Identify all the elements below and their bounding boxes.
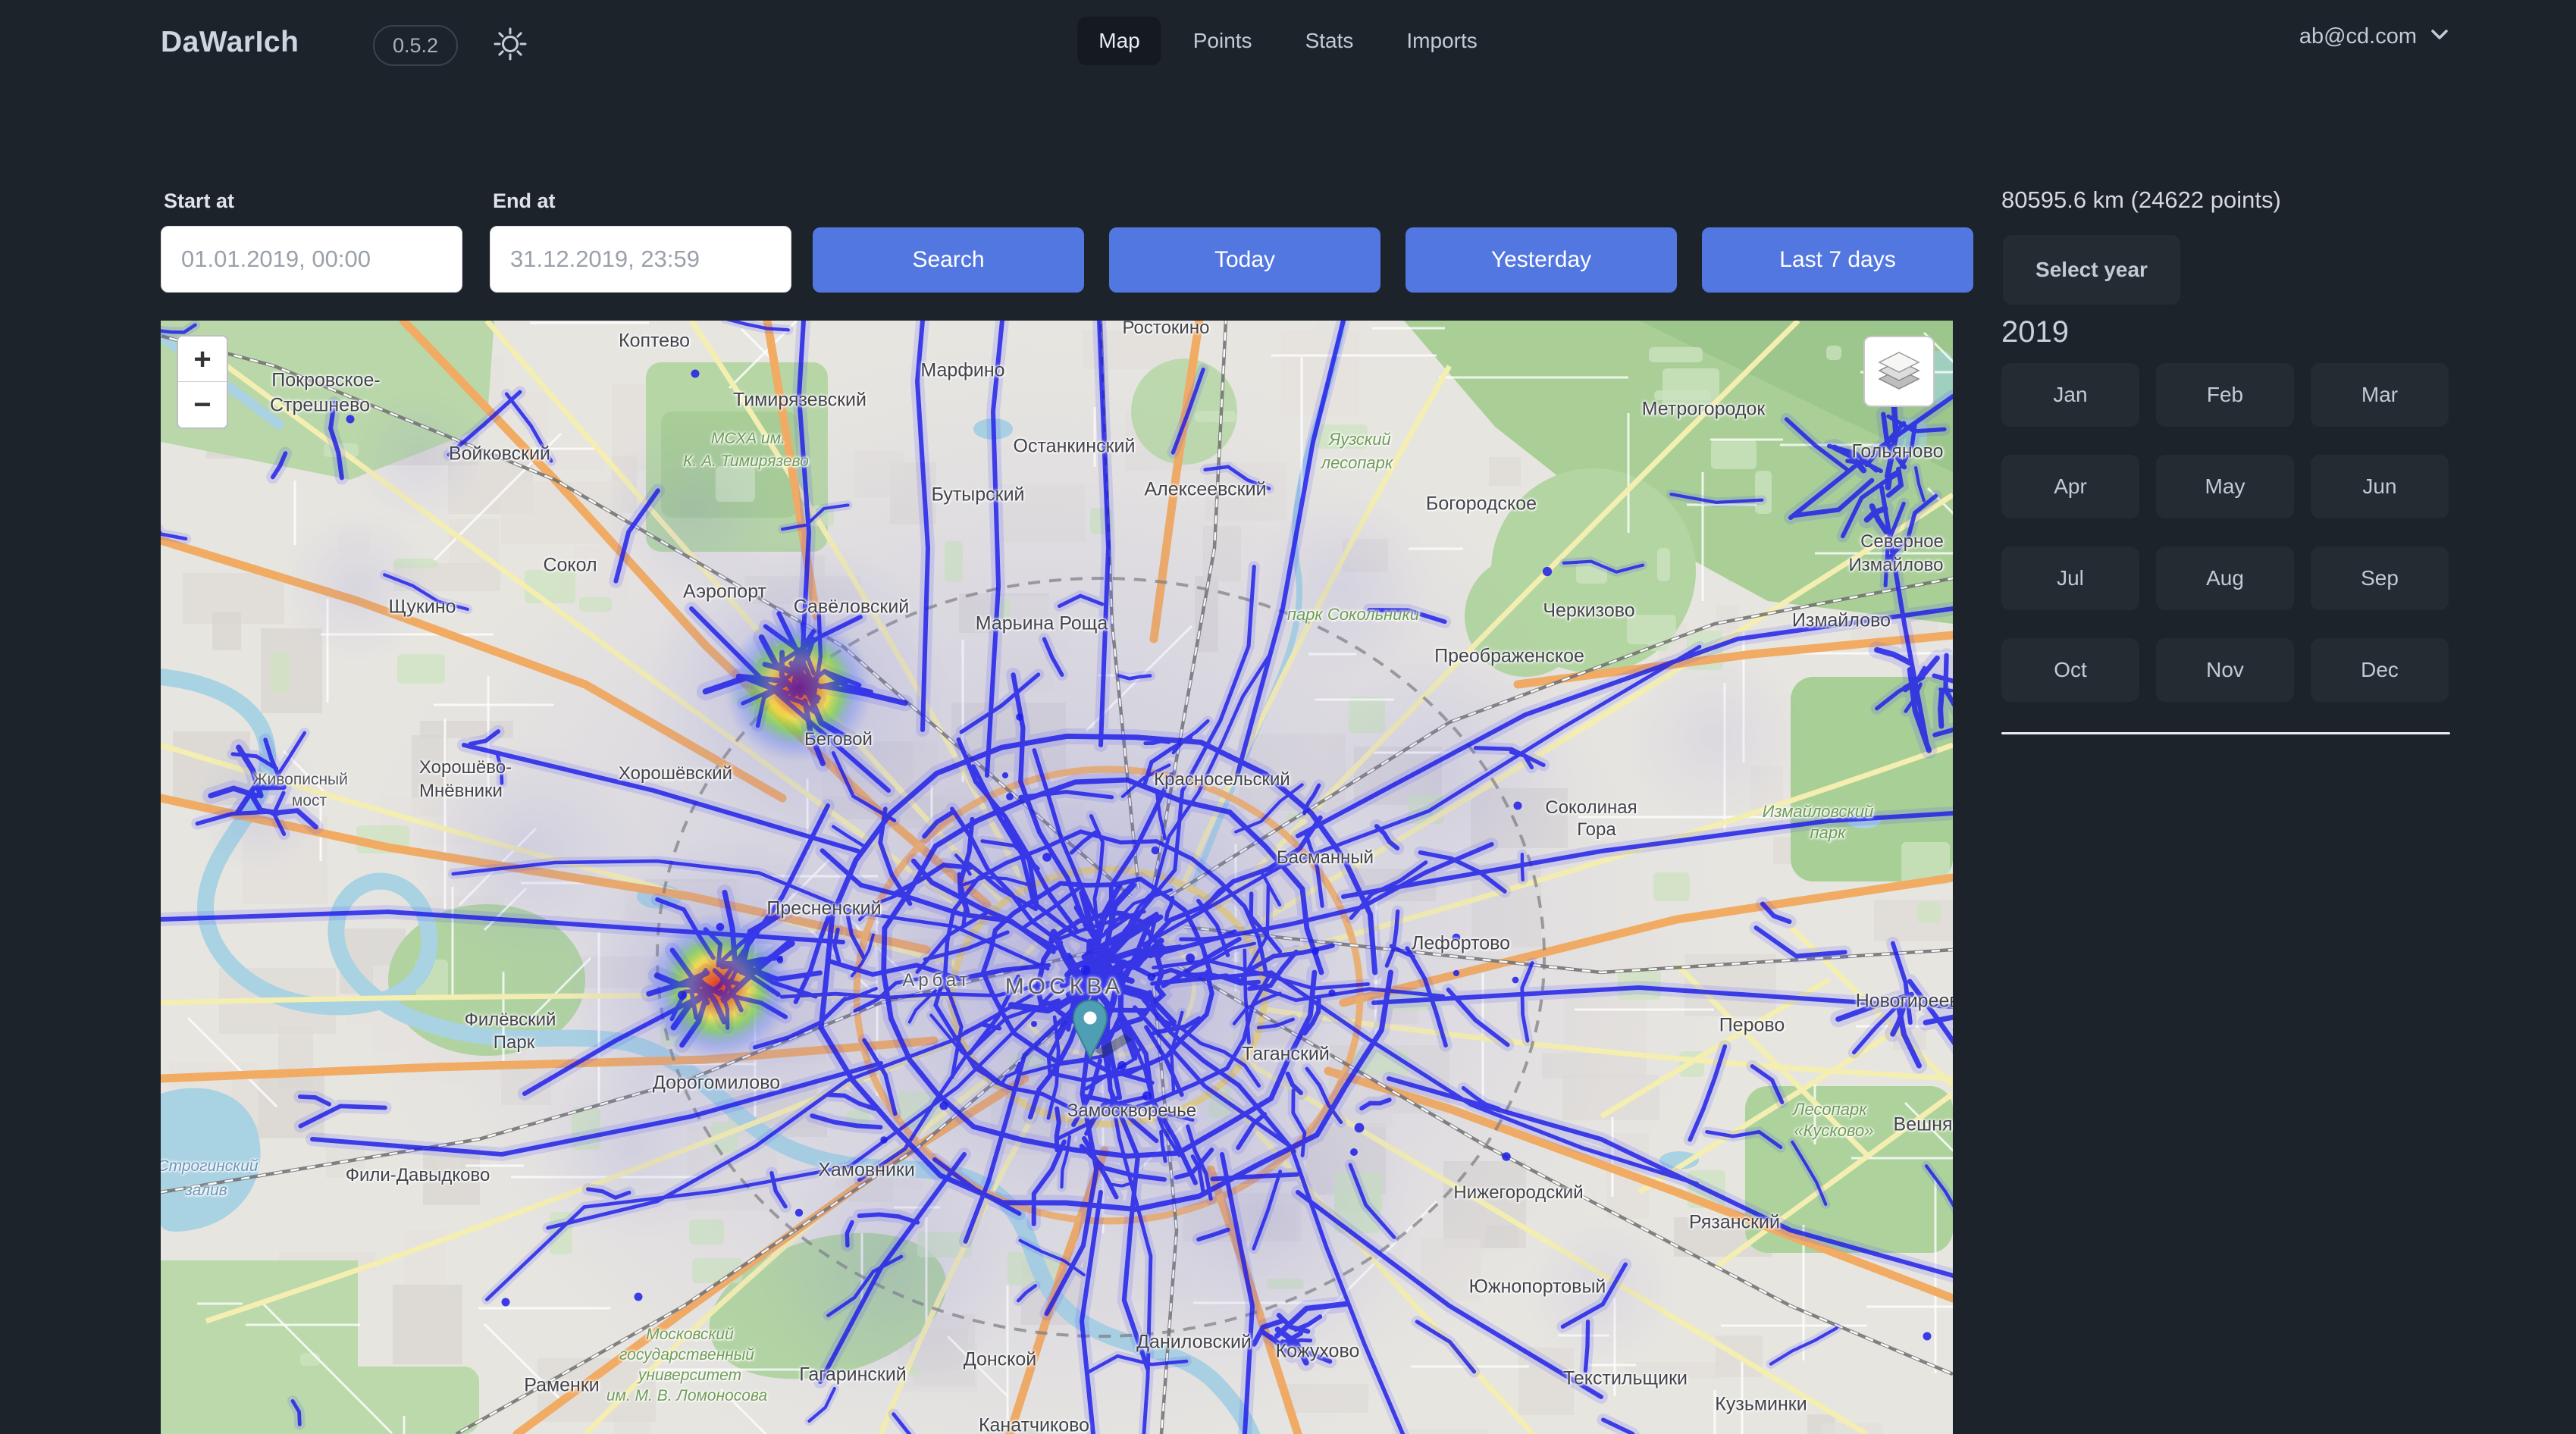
month-button-may[interactable]: May: [2156, 455, 2294, 518]
month-grid: Jan Feb Mar Apr May Jun Jul Aug Sep Oct Nov Dec: [2001, 363, 2449, 702]
year-heading: 2019: [2001, 315, 2069, 349]
end-at-input[interactable]: [490, 226, 791, 293]
main-tabs: MapPointsStatsImports: [1077, 17, 1498, 65]
map[interactable]: РостокиноКоптевоМарфиноТимирязевскийПокр…: [161, 321, 1953, 1434]
theme-toggle-button[interactable]: [491, 26, 529, 64]
layers-control[interactable]: [1863, 336, 1935, 407]
tab-stats[interactable]: Stats: [1284, 17, 1375, 65]
month-button-dec[interactable]: Dec: [2311, 638, 2449, 702]
select-year-button[interactable]: Select year: [2003, 235, 2180, 305]
zoom-in-button[interactable]: +: [178, 337, 227, 382]
tab-map[interactable]: Map: [1077, 17, 1161, 65]
month-button-apr[interactable]: Apr: [2001, 455, 2139, 518]
zoom-control: + −: [177, 335, 228, 429]
chevron-down-icon: [2430, 29, 2449, 45]
month-button-jul[interactable]: Jul: [2001, 546, 2139, 610]
month-button-feb[interactable]: Feb: [2156, 363, 2294, 427]
map-marker[interactable]: [1072, 999, 1145, 1072]
month-button-nov[interactable]: Nov: [2156, 638, 2294, 702]
search-button[interactable]: Search: [813, 227, 1084, 293]
distance-stats: 80595.6 km (24622 points): [2001, 186, 2281, 214]
tab-points[interactable]: Points: [1172, 17, 1274, 65]
sidebar-divider: [2001, 732, 2450, 734]
sun-icon: [492, 53, 528, 64]
tab-imports[interactable]: Imports: [1385, 17, 1498, 65]
yesterday-button[interactable]: Yesterday: [1406, 227, 1677, 293]
end-at-label: End at: [493, 189, 556, 213]
month-button-aug[interactable]: Aug: [2156, 546, 2294, 610]
month-button-mar[interactable]: Mar: [2311, 363, 2449, 427]
layers-icon: [1877, 351, 1921, 393]
month-button-oct[interactable]: Oct: [2001, 638, 2139, 702]
app-root: DaWarIch 0.5.2 MapPointsStatsImports ab@…: [0, 0, 2576, 1434]
user-menu[interactable]: ab@cd.com: [2299, 24, 2449, 49]
month-button-jan[interactable]: Jan: [2001, 363, 2139, 427]
start-at-input[interactable]: [161, 226, 462, 293]
start-at-label: Start at: [164, 189, 234, 213]
user-email: ab@cd.com: [2299, 24, 2417, 49]
today-button[interactable]: Today: [1109, 227, 1380, 293]
month-button-sep[interactable]: Sep: [2311, 546, 2449, 610]
version-badge: 0.5.2: [373, 25, 458, 66]
zoom-out-button[interactable]: −: [178, 382, 227, 427]
month-button-jun[interactable]: Jun: [2311, 455, 2449, 518]
map-canvas: [161, 321, 1953, 1434]
last-7-days-button[interactable]: Last 7 days: [1702, 227, 1973, 293]
app-logo[interactable]: DaWarIch: [161, 26, 299, 59]
